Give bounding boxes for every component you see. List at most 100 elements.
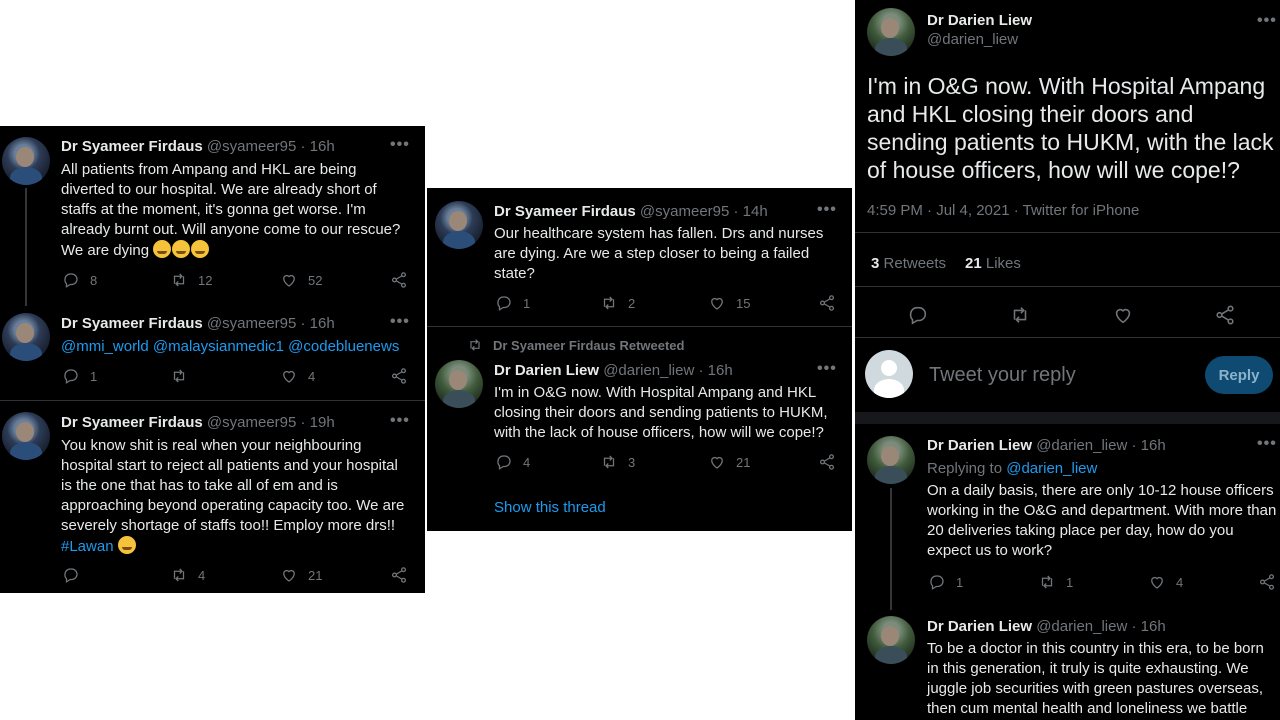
like-button[interactable]: 4 bbox=[280, 367, 315, 385]
reply-button[interactable] bbox=[62, 566, 90, 584]
share-button[interactable] bbox=[818, 453, 836, 471]
handle[interactable]: @syameer95 bbox=[640, 203, 729, 220]
like-button[interactable]: 21 bbox=[708, 453, 750, 471]
tweet-meta[interactable]: 4:59 PM · Jul 4, 2021 · Twitter for iPho… bbox=[867, 202, 1139, 219]
share-button[interactable] bbox=[818, 294, 836, 312]
like-count: 21 bbox=[308, 567, 323, 583]
like-count: 52 bbox=[308, 272, 323, 288]
avatar[interactable] bbox=[2, 313, 50, 361]
divider bbox=[855, 232, 1280, 233]
tweet[interactable]: Dr Syameer Firdaus @syameer95 · 14h ••• … bbox=[427, 188, 852, 323]
reply-button[interactable] bbox=[907, 304, 929, 326]
avatar[interactable] bbox=[867, 616, 915, 664]
display-name[interactable]: Dr Darien Liew bbox=[927, 437, 1032, 454]
handle[interactable]: @darien_liew bbox=[603, 362, 694, 379]
handle[interactable]: @syameer95 bbox=[207, 414, 296, 431]
like-button[interactable]: 52 bbox=[280, 271, 322, 289]
like-button[interactable]: 4 bbox=[1148, 573, 1183, 591]
timestamp[interactable]: · 16h bbox=[301, 315, 335, 332]
timestamp[interactable]: · 16h bbox=[1131, 618, 1165, 635]
reply-input[interactable]: Tweet your reply bbox=[929, 364, 1076, 387]
display-name[interactable]: Dr Syameer Firdaus bbox=[61, 138, 203, 155]
retweet-button[interactable]: 1 bbox=[1038, 573, 1073, 591]
share-button[interactable] bbox=[1258, 573, 1276, 591]
reply-button[interactable]: 8 bbox=[62, 271, 97, 289]
reply-button[interactable]: 1 bbox=[495, 294, 530, 312]
reply-button[interactable]: 1 bbox=[928, 573, 963, 591]
share-button[interactable] bbox=[390, 566, 408, 584]
tweet[interactable]: Dr Syameer Firdaus @syameer95 · 16h ••• … bbox=[0, 308, 425, 400]
avatar[interactable] bbox=[2, 137, 50, 185]
reply-submit-button[interactable]: Reply bbox=[1205, 356, 1273, 394]
like-icon bbox=[1115, 308, 1131, 324]
more-icon[interactable]: ••• bbox=[390, 136, 410, 154]
timestamp[interactable]: · 16h bbox=[1131, 437, 1165, 454]
more-icon[interactable]: ••• bbox=[1257, 12, 1277, 30]
display-name[interactable]: Dr Syameer Firdaus bbox=[61, 315, 203, 332]
retweet-count: 3 bbox=[628, 454, 636, 470]
tweet[interactable]: Dr Syameer Firdaus @syameer95 · 19h ••• … bbox=[0, 401, 425, 593]
timestamp[interactable]: · 19h bbox=[301, 414, 335, 431]
tweet-header: Dr Syameer Firdaus @syameer95 · 16h bbox=[61, 138, 335, 155]
handle[interactable]: @darien_liew bbox=[927, 31, 1032, 48]
hashtag-link[interactable]: #Lawan bbox=[61, 538, 114, 555]
user-avatar bbox=[865, 350, 913, 398]
avatar[interactable] bbox=[867, 436, 915, 484]
tweet-line: I'm in O&G now. With Hospital Ampang and… bbox=[494, 384, 817, 401]
avatar[interactable] bbox=[435, 360, 483, 408]
more-icon[interactable]: ••• bbox=[817, 360, 837, 378]
tweet[interactable]: Dr Syameer Firdaus Retweeted Dr Darien L… bbox=[427, 327, 852, 531]
retweet-button[interactable]: 12 bbox=[170, 271, 212, 289]
display-name[interactable]: Dr Darien Liew bbox=[494, 362, 599, 379]
tweet[interactable]: Dr Darien Liew @darien_liew · 16h To be … bbox=[855, 604, 1280, 720]
reply-button[interactable]: 4 bbox=[495, 453, 530, 471]
handle[interactable]: @syameer95 bbox=[207, 138, 296, 155]
replying-to-link[interactable]: @darien_liew bbox=[1006, 460, 1097, 477]
display-name[interactable]: Dr Darien Liew bbox=[927, 618, 1032, 635]
retweet-button[interactable]: 2 bbox=[600, 294, 635, 312]
more-icon[interactable]: ••• bbox=[1257, 435, 1277, 453]
share-icon bbox=[819, 454, 835, 470]
reply-icon bbox=[64, 568, 78, 583]
timestamp[interactable]: · 14h bbox=[734, 203, 768, 220]
like-button[interactable]: 15 bbox=[708, 294, 750, 312]
crying-face-emoji bbox=[153, 240, 172, 258]
share-button[interactable] bbox=[1214, 304, 1236, 326]
reply-icon bbox=[497, 296, 511, 311]
more-icon[interactable]: ••• bbox=[817, 201, 837, 219]
show-thread-link[interactable]: Show this thread bbox=[494, 498, 606, 518]
handle[interactable]: @syameer95 bbox=[207, 315, 296, 332]
like-button[interactable]: 21 bbox=[280, 566, 322, 584]
share-button[interactable] bbox=[390, 271, 408, 289]
likes-stat[interactable]: 21 Likes bbox=[965, 255, 1021, 272]
share-button[interactable] bbox=[390, 367, 408, 385]
tweet-line: You know shit is real when your neighbou… bbox=[61, 437, 362, 454]
avatar[interactable] bbox=[435, 201, 483, 249]
share-icon bbox=[1216, 305, 1234, 325]
reply-button[interactable]: 1 bbox=[62, 367, 97, 385]
more-icon[interactable]: ••• bbox=[390, 412, 410, 430]
retweet-button[interactable]: 4 bbox=[170, 566, 205, 584]
retweet-button[interactable] bbox=[1009, 304, 1031, 326]
avatar[interactable] bbox=[867, 8, 915, 56]
handle[interactable]: @darien_liew bbox=[1036, 437, 1127, 454]
reply-composer: Tweet your reply Reply bbox=[855, 338, 1280, 414]
more-icon[interactable]: ••• bbox=[390, 313, 410, 331]
retweeted-by-label[interactable]: Dr Syameer Firdaus Retweeted bbox=[493, 338, 684, 353]
handle[interactable]: @darien_liew bbox=[1036, 618, 1127, 635]
display-name[interactable]: Dr Syameer Firdaus bbox=[61, 414, 203, 431]
avatar[interactable] bbox=[2, 412, 50, 460]
retweet-button[interactable] bbox=[170, 367, 198, 385]
mentions[interactable]: @mmi_world @malaysianmedic1 @codebluenew… bbox=[61, 337, 399, 357]
timestamp[interactable]: · 16h bbox=[698, 362, 732, 379]
replying-to-label: Replying to bbox=[927, 460, 1003, 477]
tweet[interactable]: Dr Darien Liew @darien_liew · 16h ••• Re… bbox=[855, 424, 1280, 610]
tweet-thread-panel-1: Dr Syameer Firdaus @syameer95 · 16h ••• … bbox=[0, 126, 425, 593]
like-button[interactable] bbox=[1112, 304, 1134, 326]
display-name[interactable]: Dr Darien Liew bbox=[927, 12, 1032, 29]
retweets-stat[interactable]: 3 Retweets bbox=[871, 255, 946, 272]
tweet[interactable]: Dr Syameer Firdaus @syameer95 · 16h ••• … bbox=[0, 126, 425, 308]
timestamp[interactable]: · 16h bbox=[301, 138, 335, 155]
display-name[interactable]: Dr Syameer Firdaus bbox=[494, 203, 636, 220]
retweet-button[interactable]: 3 bbox=[600, 453, 635, 471]
